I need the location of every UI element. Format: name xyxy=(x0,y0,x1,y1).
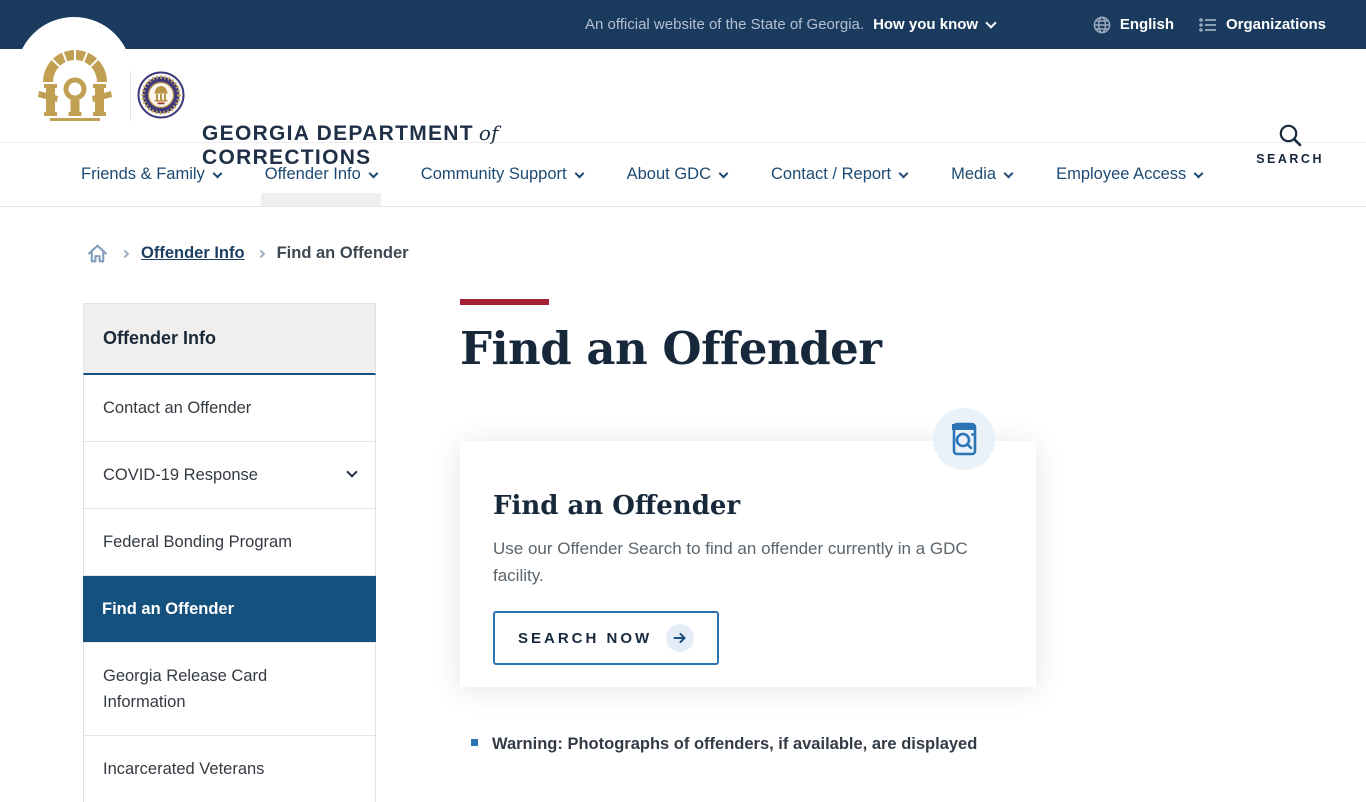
breadcrumb-separator-icon xyxy=(256,249,265,258)
nav-label: Contact / Report xyxy=(770,165,892,183)
organizations-list-icon xyxy=(1199,17,1216,32)
search-now-button[interactable]: SEARCH NOW xyxy=(493,611,720,666)
agency-name-line1: GEORGIA DEPARTMENT xyxy=(202,122,474,145)
chevron-down-icon xyxy=(212,168,223,179)
topbar-utility-group: English Organizations xyxy=(1092,0,1326,49)
chevron-down-icon xyxy=(1193,168,1204,179)
sidebar-item-label: Georgia Release Card Information xyxy=(103,667,268,711)
breadcrumb: Offender Info Find an Offender xyxy=(86,242,409,265)
document-search-icon xyxy=(952,422,977,456)
home-icon[interactable] xyxy=(86,242,109,265)
chevron-down-icon xyxy=(1003,168,1014,179)
chevron-down-icon[interactable] xyxy=(346,466,358,478)
nav-label: Media xyxy=(951,165,997,183)
topbar-official-group: An official website of the State of Geor… xyxy=(585,0,997,49)
agency-name-line2: CORRECTIONS xyxy=(202,146,372,169)
official-website-text: An official website of the State of Geor… xyxy=(585,16,865,33)
site-search-button[interactable]: SEARCH xyxy=(1256,122,1324,166)
sidebar-item-incarcerated-veterans[interactable]: Incarcerated Veterans xyxy=(84,735,375,802)
page-title: Find an Offender xyxy=(460,322,882,375)
sidebar-item-contact-an-offender[interactable]: Contact an Offender xyxy=(84,375,375,441)
bullet-square-icon xyxy=(471,739,478,747)
gdc-seal xyxy=(137,71,185,119)
how-you-know-label: How you know xyxy=(873,16,979,33)
sidebar-item-covid-19-response[interactable]: COVID-19 Response xyxy=(84,441,375,508)
how-you-know-toggle[interactable]: How you know xyxy=(873,16,997,33)
chevron-down-icon xyxy=(368,168,379,179)
breadcrumb-current-page: Find an Offender xyxy=(276,244,409,262)
nav-item-about-gdc[interactable]: About GDC xyxy=(626,143,729,206)
warning-text: Warning: Photographs of offenders, if av… xyxy=(492,735,978,754)
breadcrumb-link-offender-info[interactable]: Offender Info xyxy=(141,244,245,263)
nav-item-friends-family[interactable]: Friends & Family xyxy=(81,143,223,206)
chevron-down-icon xyxy=(574,168,585,179)
globe-icon xyxy=(1093,16,1111,33)
search-icon xyxy=(1279,124,1301,147)
sidebar-item-georgia-release-card-information[interactable]: Georgia Release Card Information xyxy=(84,642,375,735)
main-content: Find an Offender Find an Offender Use ou… xyxy=(460,299,1036,755)
organizations-label: Organizations xyxy=(1225,16,1326,33)
card-title: Find an Offender xyxy=(493,491,741,522)
sidebar-item-find-an-offender[interactable]: Find an Offender xyxy=(83,575,376,642)
breadcrumb-separator-icon xyxy=(120,249,130,258)
arrow-right-icon xyxy=(673,633,686,644)
header-divider xyxy=(130,71,131,121)
sidebar-item-label: Federal Bonding Program xyxy=(103,533,292,551)
sidebar-menu: Contact an Offender COVID-19 Response Fe… xyxy=(83,375,376,802)
sidebar-item-label: Incarcerated Veterans xyxy=(103,760,265,778)
official-topbar: An official website of the State of Geor… xyxy=(0,0,1366,49)
nav-item-employee-access[interactable]: Employee Access xyxy=(1056,143,1204,206)
card-description: Use our Offender Search to find an offen… xyxy=(493,539,968,586)
nav-item-contact-report[interactable]: Contact / Report xyxy=(770,143,909,206)
nav-label: Employee Access xyxy=(1056,165,1187,183)
agency-name[interactable]: GEORGIA DEPARTMENT of CORRECTIONS xyxy=(202,121,498,170)
sidebar-item-federal-bonding-program[interactable]: Federal Bonding Program xyxy=(84,508,375,575)
language-label: English xyxy=(1119,16,1174,33)
georgia-arch-logo[interactable] xyxy=(38,42,112,122)
warning-list-item: Warning: Photographs of offenders, if av… xyxy=(460,733,1036,755)
nav-label: About GDC xyxy=(626,165,711,183)
sidebar-title: Offender Info xyxy=(83,303,376,375)
chevron-down-icon xyxy=(985,16,997,29)
chevron-down-icon xyxy=(718,168,729,179)
find-offender-card: Find an Offender Use our Offender Search… xyxy=(460,408,1036,688)
card-badge-circle xyxy=(933,408,995,471)
agency-name-connector: of xyxy=(478,121,499,145)
sidebar-item-label: COVID-19 Response xyxy=(103,466,258,484)
nav-label: Friends & Family xyxy=(81,165,205,183)
title-accent-bar xyxy=(460,299,549,305)
nav-item-media[interactable]: Media xyxy=(951,143,1014,206)
organizations-menu[interactable]: Organizations xyxy=(1198,15,1326,35)
sidebar-item-label: Contact an Offender xyxy=(103,399,252,417)
chevron-down-icon xyxy=(898,168,909,179)
language-switcher[interactable]: English xyxy=(1092,15,1174,35)
arrow-circle xyxy=(666,624,695,653)
search-now-label: SEARCH NOW xyxy=(518,629,653,647)
section-sidebar: Offender Info Contact an Offender COVID-… xyxy=(83,303,376,802)
search-label: SEARCH xyxy=(1256,152,1324,166)
sidebar-item-label: Find an Offender xyxy=(102,600,234,618)
